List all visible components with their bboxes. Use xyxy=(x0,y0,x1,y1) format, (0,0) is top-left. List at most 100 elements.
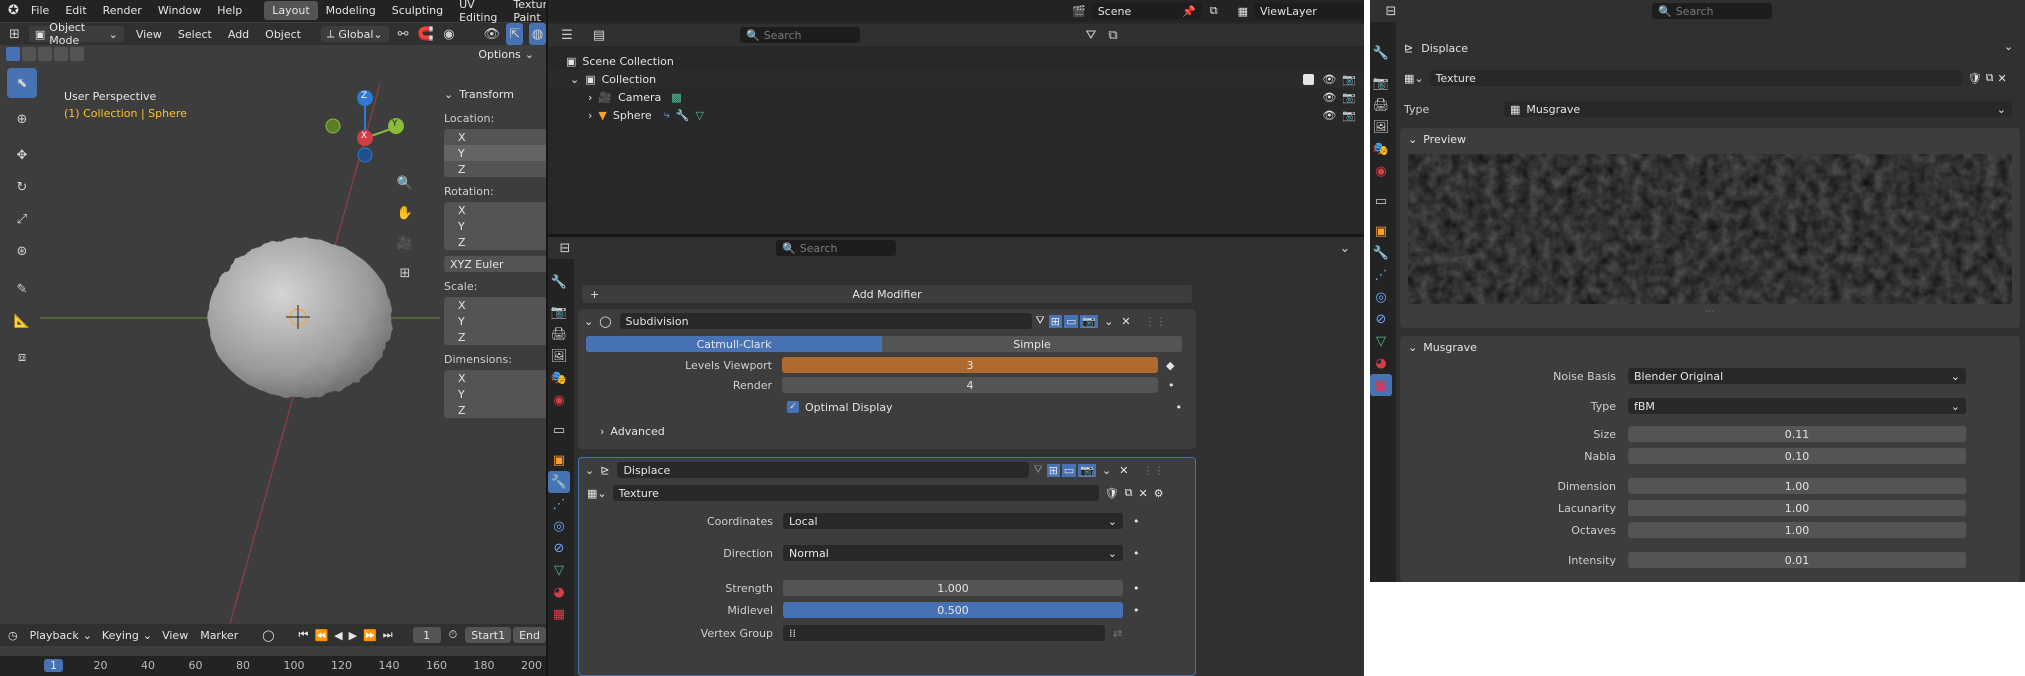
clock-icon[interactable]: ◷ xyxy=(8,629,18,642)
fake-user-icon[interactable]: 🛡 xyxy=(1968,72,1982,85)
render-tab-icon[interactable]: 📷 xyxy=(1370,72,1392,94)
camera-view-icon[interactable]: 🎥 xyxy=(394,232,416,254)
menu-help[interactable]: Help xyxy=(217,4,242,17)
chevron-down-icon[interactable]: ⌄ xyxy=(585,464,594,477)
outliner-search[interactable]: 🔍 Search xyxy=(740,27,860,43)
orientation-select[interactable]: ⟂ Global ⌄ xyxy=(320,26,389,42)
select-invert-icon[interactable] xyxy=(70,47,84,61)
checkbox-checked-icon[interactable]: ✓ xyxy=(787,401,799,413)
scale-x-field[interactable]: X0.275 xyxy=(444,297,546,313)
close-icon[interactable]: ✕ xyxy=(1119,464,1128,477)
workspace-tab-extra[interactable] xyxy=(556,8,572,14)
scale-z-field[interactable]: Z0.275 xyxy=(444,329,546,345)
unlink-icon[interactable]: ✕ xyxy=(1997,72,2006,85)
data-tab-icon[interactable]: ▽ xyxy=(1370,330,1392,352)
view-layer-tab-icon[interactable]: 🖼 xyxy=(1370,116,1392,138)
displace-name-field[interactable]: Displace xyxy=(617,462,1030,478)
view-menu[interactable]: View xyxy=(136,28,162,41)
keyframe-dot-icon[interactable]: • xyxy=(1133,515,1140,528)
rotation-x-field[interactable]: X0° xyxy=(444,202,546,218)
advanced-row[interactable]: › Advanced xyxy=(578,419,1196,443)
location-y-field[interactable]: Y0 mm xyxy=(444,145,546,161)
stopwatch-icon[interactable]: ⏱ xyxy=(449,628,458,642)
musgrave-intensity-field[interactable]: 0.01 xyxy=(1628,552,1966,568)
workspace-tab-sculpting[interactable]: Sculpting xyxy=(384,1,451,20)
tool-tab-icon[interactable]: 🔧 xyxy=(1370,42,1392,64)
workspace-tab-layout[interactable]: Layout xyxy=(264,1,318,20)
duplicate-icon[interactable]: ⧉ xyxy=(1986,71,1994,85)
texture-search[interactable]: 🔍 Search xyxy=(1652,3,1772,19)
material-tab-icon[interactable]: ◕ xyxy=(1370,352,1392,374)
view-layer-tab-icon[interactable]: 🖼 xyxy=(548,345,570,367)
new-scene-icon[interactable]: ⧉ xyxy=(1210,4,1218,18)
particles-tab-icon[interactable]: ⋰ xyxy=(1370,264,1392,286)
rotation-mode-select[interactable]: XYZ Euler⌄ xyxy=(444,256,546,272)
camera-render-icon[interactable]: 📷 xyxy=(1342,109,1356,122)
collection-tab-icon[interactable]: ▭ xyxy=(548,419,570,441)
dimensions-z-field[interactable]: Z275 mm xyxy=(444,402,546,418)
editmode-icon[interactable]: ⊞ xyxy=(1046,463,1060,477)
realtime-icon[interactable]: ▭ xyxy=(1061,463,1077,477)
next-key-icon[interactable]: ⏩ xyxy=(363,629,377,642)
render-icon[interactable]: 📷 xyxy=(1078,463,1097,477)
rotation-y-field[interactable]: Y0° xyxy=(444,218,546,234)
editor-type-icon[interactable]: ⊞ xyxy=(6,23,23,45)
texture-tab-icon[interactable]: ▦ xyxy=(548,603,570,625)
tool-tab-icon[interactable]: 🔧 xyxy=(548,271,570,293)
add-menu[interactable]: Add xyxy=(228,28,249,41)
outliner-editor-icon[interactable]: ☰ xyxy=(556,24,578,46)
constraints-tab-icon[interactable]: ⊘ xyxy=(548,537,570,559)
data-tab-icon[interactable]: ▽ xyxy=(548,559,570,581)
grid-view-icon[interactable]: ⊞ xyxy=(394,262,416,284)
world-tab-icon[interactable]: ◉ xyxy=(1370,160,1392,182)
musgrave-type-select[interactable]: fBM ⌄ xyxy=(1628,398,1966,414)
camera-render-icon[interactable]: 📷 xyxy=(1342,91,1356,104)
subdivision-name-field[interactable]: Subdivision xyxy=(619,313,1032,329)
realtime-icon[interactable]: ▭ xyxy=(1064,314,1079,328)
marker-menu[interactable]: Marker xyxy=(200,629,238,642)
play-icon[interactable]: ▶ xyxy=(349,629,357,642)
options-button[interactable]: Options ⌄ xyxy=(472,46,540,62)
select-subtract-icon[interactable] xyxy=(54,47,68,61)
midlevel-field[interactable]: 0.500 xyxy=(783,602,1123,618)
dimensions-x-field[interactable]: X271 mm xyxy=(444,370,546,386)
menu-render[interactable]: Render xyxy=(103,4,142,17)
cage-icon[interactable]: ⛛ xyxy=(1036,314,1045,328)
invert-icon[interactable]: ⇄ xyxy=(1113,627,1122,640)
fake-user-icon[interactable]: 🛡 xyxy=(1105,487,1119,500)
tree-row-collection[interactable]: ⌄ ▣ Collection 👁 📷 xyxy=(548,70,1364,88)
world-tab-icon[interactable]: ◉ xyxy=(548,389,570,411)
properties-editor-icon[interactable]: ⊟ xyxy=(554,237,576,259)
texture-name-field[interactable]: Texture xyxy=(1429,70,1962,86)
prev-key-icon[interactable]: ⏪ xyxy=(314,629,328,642)
texture-settings-icon[interactable]: ⚙ xyxy=(1154,487,1164,500)
dimensions-y-field[interactable]: Y322 mm xyxy=(444,386,546,402)
camera-render-icon[interactable]: 📷 xyxy=(1342,73,1356,86)
strength-field[interactable]: 1.000 xyxy=(783,580,1123,596)
timeline-ruler[interactable]: 120406080100120140160180200220240260 xyxy=(0,656,546,676)
tree-row-camera[interactable]: › 🎥 Camera ▩ 👁 📷 xyxy=(548,88,1364,106)
noise-basis-select[interactable]: Blender Original ⌄ xyxy=(1628,368,1966,384)
physics-tab-icon[interactable]: ◎ xyxy=(1370,286,1392,308)
play-reverse-icon[interactable]: ◀ xyxy=(334,629,342,642)
tree-row-scene-collection[interactable]: ▣ Scene Collection xyxy=(548,52,1364,70)
drag-handle-icon[interactable]: ⋮⋮ xyxy=(1145,315,1167,328)
menu-file[interactable]: File xyxy=(31,4,49,17)
render-tab-icon[interactable]: 📷 xyxy=(548,301,570,323)
close-icon[interactable]: ✕ xyxy=(1121,315,1130,328)
musgrave-size-field[interactable]: 0.11 xyxy=(1628,426,1966,442)
drag-handle-icon[interactable]: ⋮⋮ xyxy=(1142,464,1164,477)
select-box-icon[interactable] xyxy=(6,47,20,61)
musgrave-nabla-field[interactable]: 0.10 xyxy=(1628,448,1966,464)
visibility-icon[interactable]: 👁 xyxy=(483,23,501,45)
eye-icon[interactable]: 👁 xyxy=(1322,109,1336,122)
pin-icon[interactable]: ⌄ xyxy=(2004,40,2013,53)
output-tab-icon[interactable]: 🖨 xyxy=(1370,94,1392,116)
location-z-field[interactable]: Z0 mm xyxy=(444,161,546,177)
texture-checker-icon[interactable]: ▦⌄ xyxy=(1404,72,1424,85)
modifier-tab-icon[interactable]: 🔧 xyxy=(1370,242,1392,264)
texture-checker-icon[interactable]: ▦⌄ xyxy=(587,487,607,500)
scene-tab-icon[interactable]: 🎭 xyxy=(1370,138,1392,160)
cage-icon[interactable]: ⛛ xyxy=(1033,463,1042,477)
snap-icon[interactable]: 🧲 xyxy=(418,23,435,45)
